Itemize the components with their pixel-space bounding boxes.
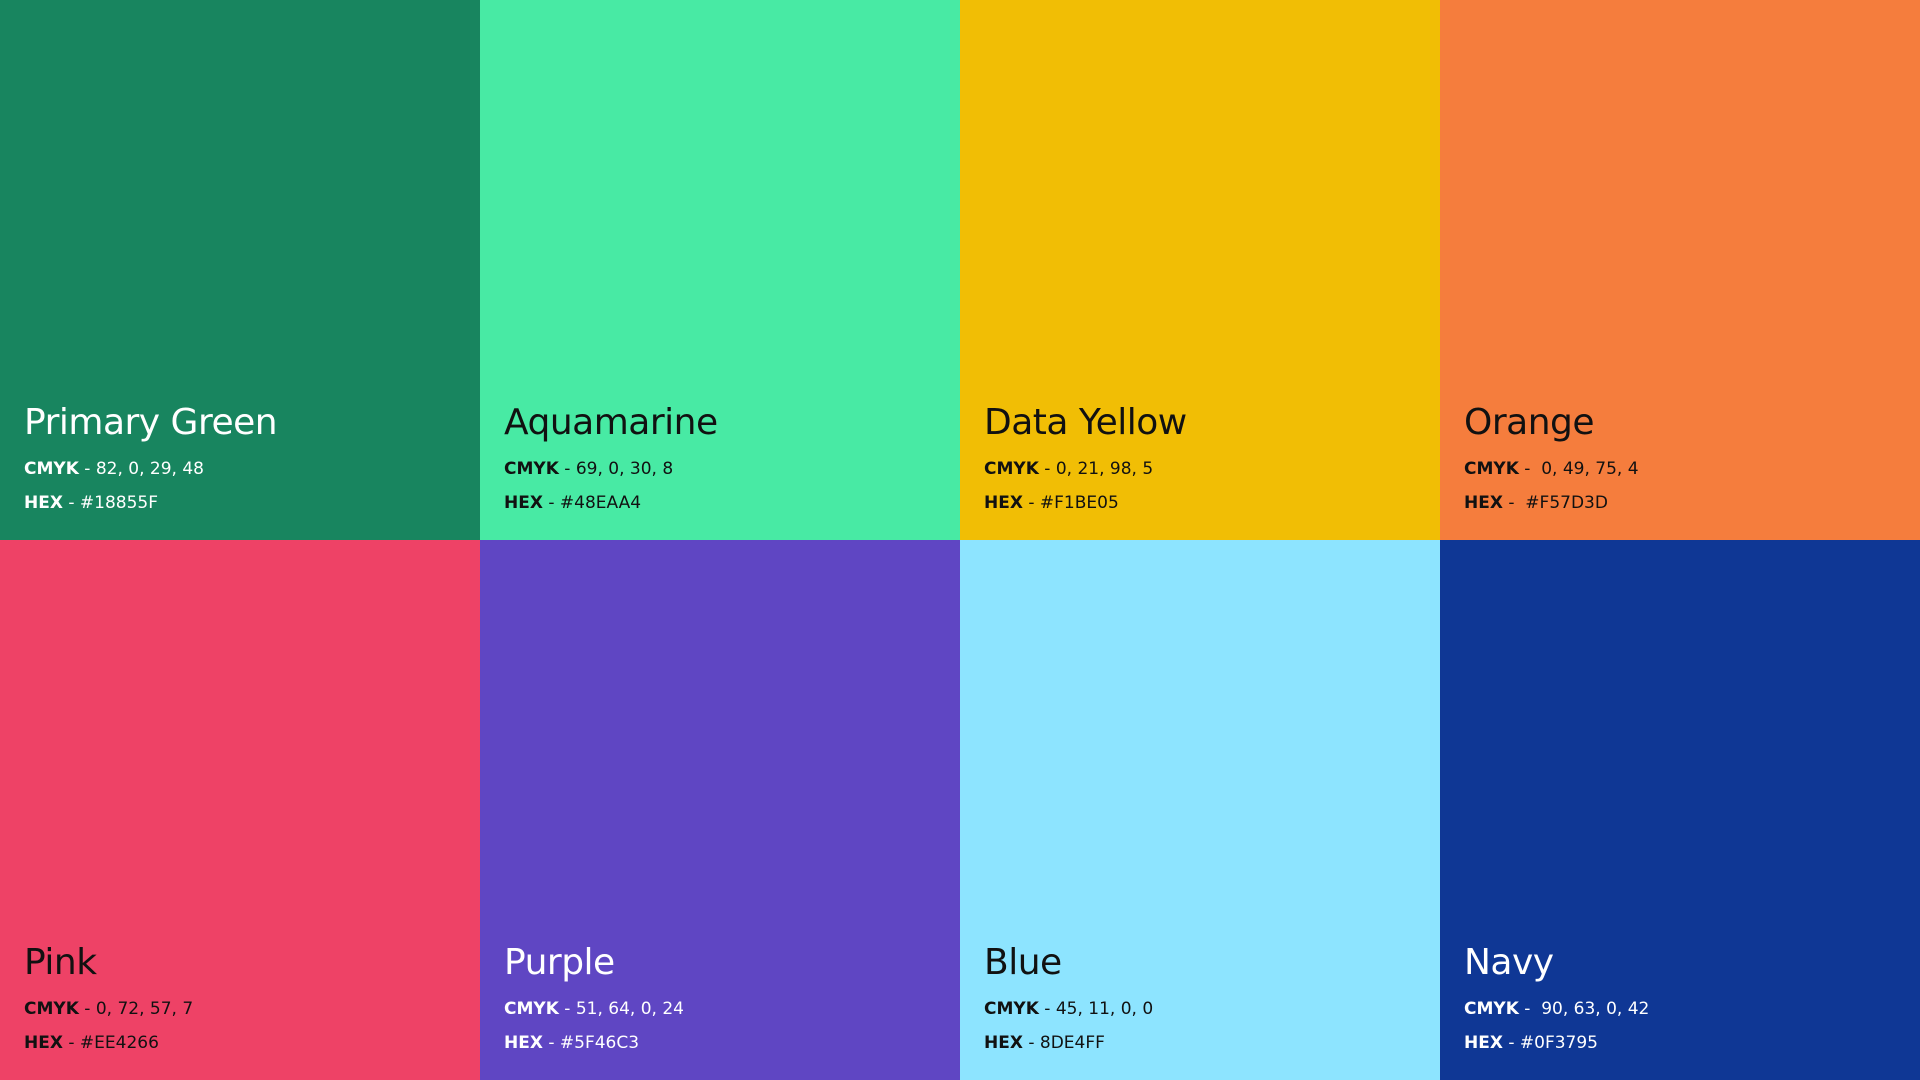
swatch-purple: Purple CMYK - 51, 64, 0, 24 HEX - #5F46C… bbox=[480, 540, 960, 1080]
cmyk-value: - 0, 21, 98, 5 bbox=[1038, 459, 1154, 479]
swatch-hex: HEX - 8DE4FF bbox=[984, 1035, 1153, 1052]
swatch-info: Data Yellow CMYK - 0, 21, 98, 5 HEX - #F… bbox=[984, 405, 1187, 512]
swatch-info: Purple CMYK - 51, 64, 0, 24 HEX - #5F46C… bbox=[504, 945, 684, 1052]
swatch-name: Purple bbox=[504, 942, 615, 983]
swatch-cmyk: CMYK - 45, 11, 0, 0 bbox=[984, 1001, 1153, 1018]
swatch-hex: HEX - #0F3795 bbox=[1464, 1035, 1649, 1052]
swatch-name: Navy bbox=[1464, 942, 1554, 983]
hex-label: HEX bbox=[984, 1033, 1023, 1053]
swatch-blue: Blue CMYK - 45, 11, 0, 0 HEX - 8DE4FF bbox=[960, 540, 1440, 1080]
swatch-pink: Pink CMYK - 0, 72, 57, 7 HEX - #EE4266 bbox=[0, 540, 480, 1080]
hex-value: - #F1BE05 bbox=[1022, 493, 1119, 513]
swatch-navy: Navy CMYK - 90, 63, 0, 42 HEX - #0F3795 bbox=[1440, 540, 1920, 1080]
cmyk-value: - 0, 72, 57, 7 bbox=[78, 999, 194, 1019]
swatch-aquamarine: Aquamarine CMYK - 69, 0, 30, 8 HEX - #48… bbox=[480, 0, 960, 540]
cmyk-label: CMYK bbox=[1464, 999, 1519, 1019]
swatch-info: Aquamarine CMYK - 69, 0, 30, 8 HEX - #48… bbox=[504, 405, 718, 512]
swatch-hex: HEX - #5F46C3 bbox=[504, 1035, 684, 1052]
swatch-name: Pink bbox=[24, 942, 97, 983]
hex-label: HEX bbox=[1464, 493, 1503, 513]
swatch-cmyk: CMYK - 0, 21, 98, 5 bbox=[984, 461, 1187, 478]
swatch-cmyk: CMYK - 90, 63, 0, 42 bbox=[1464, 1001, 1649, 1018]
swatch-info: Navy CMYK - 90, 63, 0, 42 HEX - #0F3795 bbox=[1464, 945, 1649, 1052]
hex-label: HEX bbox=[24, 1033, 63, 1053]
hex-label: HEX bbox=[24, 493, 63, 513]
swatch-hex: HEX - #F57D3D bbox=[1464, 495, 1639, 512]
cmyk-value: - 69, 0, 30, 8 bbox=[558, 459, 674, 479]
cmyk-label: CMYK bbox=[1464, 459, 1519, 479]
hex-value: - #0F3795 bbox=[1502, 1033, 1598, 1053]
swatch-info: Blue CMYK - 45, 11, 0, 0 HEX - 8DE4FF bbox=[984, 945, 1153, 1052]
hex-value: - #EE4266 bbox=[62, 1033, 159, 1053]
swatch-cmyk: CMYK - 51, 64, 0, 24 bbox=[504, 1001, 684, 1018]
cmyk-label: CMYK bbox=[24, 999, 79, 1019]
hex-value: - #48EAA4 bbox=[542, 493, 642, 513]
color-palette: Primary Green CMYK - 82, 0, 29, 48 HEX -… bbox=[0, 0, 1920, 1080]
swatch-cmyk: CMYK - 69, 0, 30, 8 bbox=[504, 461, 718, 478]
swatch-orange: Orange CMYK - 0, 49, 75, 4 HEX - #F57D3D bbox=[1440, 0, 1920, 540]
cmyk-value: - 82, 0, 29, 48 bbox=[78, 459, 204, 479]
cmyk-label: CMYK bbox=[984, 999, 1039, 1019]
cmyk-value: - 0, 49, 75, 4 bbox=[1518, 459, 1639, 479]
swatch-name: Primary Green bbox=[24, 402, 278, 443]
cmyk-value: - 45, 11, 0, 0 bbox=[1038, 999, 1154, 1019]
hex-label: HEX bbox=[504, 493, 543, 513]
swatch-cmyk: CMYK - 82, 0, 29, 48 bbox=[24, 461, 277, 478]
swatch-hex: HEX - #18855F bbox=[24, 495, 277, 512]
swatch-data-yellow: Data Yellow CMYK - 0, 21, 98, 5 HEX - #F… bbox=[960, 0, 1440, 540]
swatch-name: Aquamarine bbox=[504, 402, 718, 443]
swatch-hex: HEX - #48EAA4 bbox=[504, 495, 718, 512]
hex-value: - #F57D3D bbox=[1502, 493, 1608, 513]
cmyk-label: CMYK bbox=[504, 459, 559, 479]
swatch-hex: HEX - #F1BE05 bbox=[984, 495, 1187, 512]
swatch-name: Blue bbox=[984, 942, 1062, 983]
cmyk-label: CMYK bbox=[504, 999, 559, 1019]
swatch-cmyk: CMYK - 0, 72, 57, 7 bbox=[24, 1001, 193, 1018]
hex-label: HEX bbox=[984, 493, 1023, 513]
hex-value: - 8DE4FF bbox=[1022, 1033, 1105, 1053]
swatch-info: Pink CMYK - 0, 72, 57, 7 HEX - #EE4266 bbox=[24, 945, 193, 1052]
swatch-name: Orange bbox=[1464, 402, 1595, 443]
cmyk-label: CMYK bbox=[24, 459, 79, 479]
cmyk-value: - 90, 63, 0, 42 bbox=[1518, 999, 1650, 1019]
swatch-name: Data Yellow bbox=[984, 402, 1187, 443]
swatch-hex: HEX - #EE4266 bbox=[24, 1035, 193, 1052]
cmyk-value: - 51, 64, 0, 24 bbox=[558, 999, 684, 1019]
hex-label: HEX bbox=[1464, 1033, 1503, 1053]
hex-value: - #5F46C3 bbox=[542, 1033, 640, 1053]
hex-label: HEX bbox=[504, 1033, 543, 1053]
swatch-info: Orange CMYK - 0, 49, 75, 4 HEX - #F57D3D bbox=[1464, 405, 1639, 512]
swatch-cmyk: CMYK - 0, 49, 75, 4 bbox=[1464, 461, 1639, 478]
cmyk-label: CMYK bbox=[984, 459, 1039, 479]
swatch-primary-green: Primary Green CMYK - 82, 0, 29, 48 HEX -… bbox=[0, 0, 480, 540]
hex-value: - #18855F bbox=[62, 493, 158, 513]
swatch-info: Primary Green CMYK - 82, 0, 29, 48 HEX -… bbox=[24, 402, 278, 512]
